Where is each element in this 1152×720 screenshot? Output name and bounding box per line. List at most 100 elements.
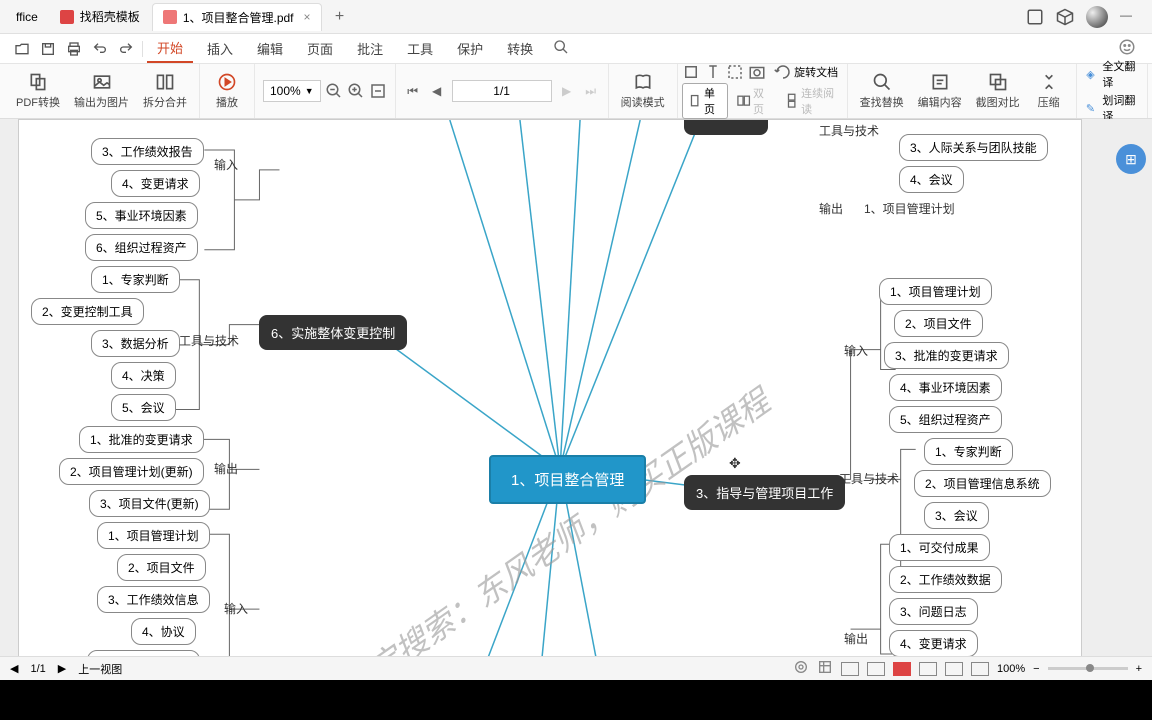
view-mode-3[interactable] (893, 662, 911, 676)
black-bottom-bar (0, 680, 1152, 720)
leaf: 1、专家判断 (91, 266, 180, 293)
status-next-row[interactable]: ▶ (58, 662, 66, 675)
connector-label: 输出 (844, 630, 868, 647)
edit-content-button[interactable]: 编辑内容 (914, 70, 966, 112)
menu-page[interactable]: 页面 (297, 35, 343, 62)
leaf: 1、项目管理计划 (97, 522, 210, 549)
status-page: 1/1 (30, 663, 45, 675)
page-input[interactable] (452, 80, 552, 102)
search-icon[interactable] (553, 39, 569, 58)
last-page-icon[interactable]: ⏭ (582, 82, 600, 100)
tab-office[interactable]: ffice (6, 3, 48, 31)
double-page-button[interactable]: 双页 (732, 84, 776, 118)
connector-label: 输入 (214, 156, 238, 173)
leaf: 3、问题日志 (889, 598, 978, 625)
minimize-icon[interactable]: — (1120, 8, 1138, 26)
tab-templates[interactable]: 找稻壳模板 (50, 3, 150, 31)
view-mode-4[interactable] (919, 662, 937, 676)
leaf: 1、专家判断 (924, 438, 1013, 465)
leaf: 3、工作绩效信息 (97, 586, 210, 613)
status-prev-view[interactable]: 上一视图 (78, 661, 122, 677)
select-text-icon[interactable] (704, 63, 722, 81)
leaf: 1、项目管理计划 (879, 278, 992, 305)
document-viewport[interactable]: 淘宝搜索：东风老师，购买正版课程 1、项目整合管理 6、实施整体变更控制 3、指… (0, 119, 1152, 680)
continuous-button[interactable]: 连续阅读 (780, 84, 843, 118)
fit-page-icon[interactable] (369, 82, 387, 100)
zoom-in-icon[interactable] (347, 82, 365, 100)
split-merge-button[interactable]: 拆分合并 (139, 70, 191, 112)
menu-tools[interactable]: 工具 (397, 35, 443, 62)
leaf: 3、会议 (924, 502, 989, 529)
mindmap-node-3: 3、指导与管理项目工作 (684, 475, 845, 510)
zoom-slider[interactable] (1048, 667, 1128, 670)
leaf: 3、工作绩效报告 (91, 138, 204, 165)
menu-start[interactable]: 开始 (147, 34, 193, 63)
open-icon[interactable] (14, 41, 30, 57)
close-icon[interactable]: × (304, 10, 311, 24)
app-icon[interactable] (1026, 8, 1044, 26)
select-area-icon[interactable] (726, 63, 744, 81)
export-image-button[interactable]: 输出为图片 (70, 70, 133, 112)
move-cursor-icon: ✥ (729, 455, 741, 472)
leaf: 1、批准的变更请求 (79, 426, 204, 453)
leaf: 1、可交付成果 (889, 534, 990, 561)
full-translate-button[interactable]: ◈全文翻译 (1083, 58, 1141, 90)
avatar[interactable] (1086, 6, 1108, 28)
template-icon (60, 10, 74, 24)
cube-icon[interactable] (1056, 8, 1074, 26)
print-icon[interactable] (66, 41, 82, 57)
leaf: 5、会议 (111, 394, 176, 421)
read-mode-button[interactable]: 阅读模式 (617, 70, 669, 112)
connector-label: 工具与技术 (179, 332, 239, 349)
leaf: 4、会议 (899, 166, 964, 193)
menu-insert[interactable]: 插入 (197, 35, 243, 62)
leaf: 4、决策 (111, 362, 176, 389)
leaf: 3、数据分析 (91, 330, 180, 357)
leaf: 4、变更请求 (889, 630, 978, 657)
undo-icon[interactable] (92, 41, 108, 57)
floating-help-button[interactable]: ⊞ (1116, 144, 1146, 174)
menu-edit[interactable]: 编辑 (247, 35, 293, 62)
leaf: 5、组织过程资产 (889, 406, 1002, 433)
pdf-convert-button[interactable]: PDF转换 (12, 70, 64, 112)
single-page-button[interactable]: 单页 (682, 83, 728, 119)
zoom-out-status[interactable]: − (1033, 663, 1039, 675)
menu-bar: 开始 插入 编辑 页面 批注 工具 保护 转换 (0, 34, 1152, 64)
leaf: 3、项目文件(更新) (89, 490, 210, 517)
next-page-icon[interactable]: ▶ (558, 82, 576, 100)
zoom-select[interactable]: 100%▼ (263, 80, 321, 102)
view-mode-5[interactable] (945, 662, 963, 676)
toolbar-ribbon: PDF转换 输出为图片 拆分合并 播放 100%▼ ⏮ ◀ ▶ ⏭ 阅读模式 旋… (0, 64, 1152, 119)
menu-cloud-icon[interactable] (1118, 38, 1146, 59)
play-button[interactable]: 播放 (208, 70, 246, 112)
menu-protect[interactable]: 保护 (447, 35, 493, 62)
compress-button[interactable]: 压缩 (1030, 70, 1068, 112)
rotate-doc-button[interactable]: 旋转文档 (770, 63, 842, 81)
prev-page-icon[interactable]: ◀ (428, 82, 446, 100)
tab-document[interactable]: 1、项目整合管理.pdf × (152, 3, 322, 31)
menu-annotate[interactable]: 批注 (347, 35, 393, 62)
status-prev-row[interactable]: ◀ (10, 662, 18, 675)
zoom-out-icon[interactable] (325, 82, 343, 100)
redo-icon[interactable] (118, 41, 134, 57)
crop-compare-button[interactable]: 截图对比 (972, 70, 1024, 112)
view-icon-1[interactable] (793, 659, 809, 678)
add-tab-button[interactable]: + (328, 5, 352, 29)
view-mode-2[interactable] (867, 662, 885, 676)
zoom-in-status[interactable]: + (1136, 663, 1142, 675)
leaf: 2、项目文件 (894, 310, 983, 337)
first-page-icon[interactable]: ⏮ (404, 82, 422, 100)
leaf: 2、工作绩效数据 (889, 566, 1002, 593)
view-icon-2[interactable] (817, 659, 833, 678)
hand-tool-icon[interactable] (682, 63, 700, 81)
connector-label: 输入 (844, 342, 868, 359)
snapshot-icon[interactable] (748, 63, 766, 81)
menu-convert[interactable]: 转换 (497, 35, 543, 62)
view-mode-6[interactable] (971, 662, 989, 676)
find-replace-button[interactable]: 查找替换 (856, 70, 908, 112)
view-mode-1[interactable] (841, 662, 859, 676)
save-icon[interactable] (40, 41, 56, 57)
status-bar: ◀ 1/1 ▶ 上一视图 100% − + (0, 656, 1152, 680)
connector-label: 输入 (224, 600, 248, 617)
leaf: 2、变更控制工具 (31, 298, 144, 325)
